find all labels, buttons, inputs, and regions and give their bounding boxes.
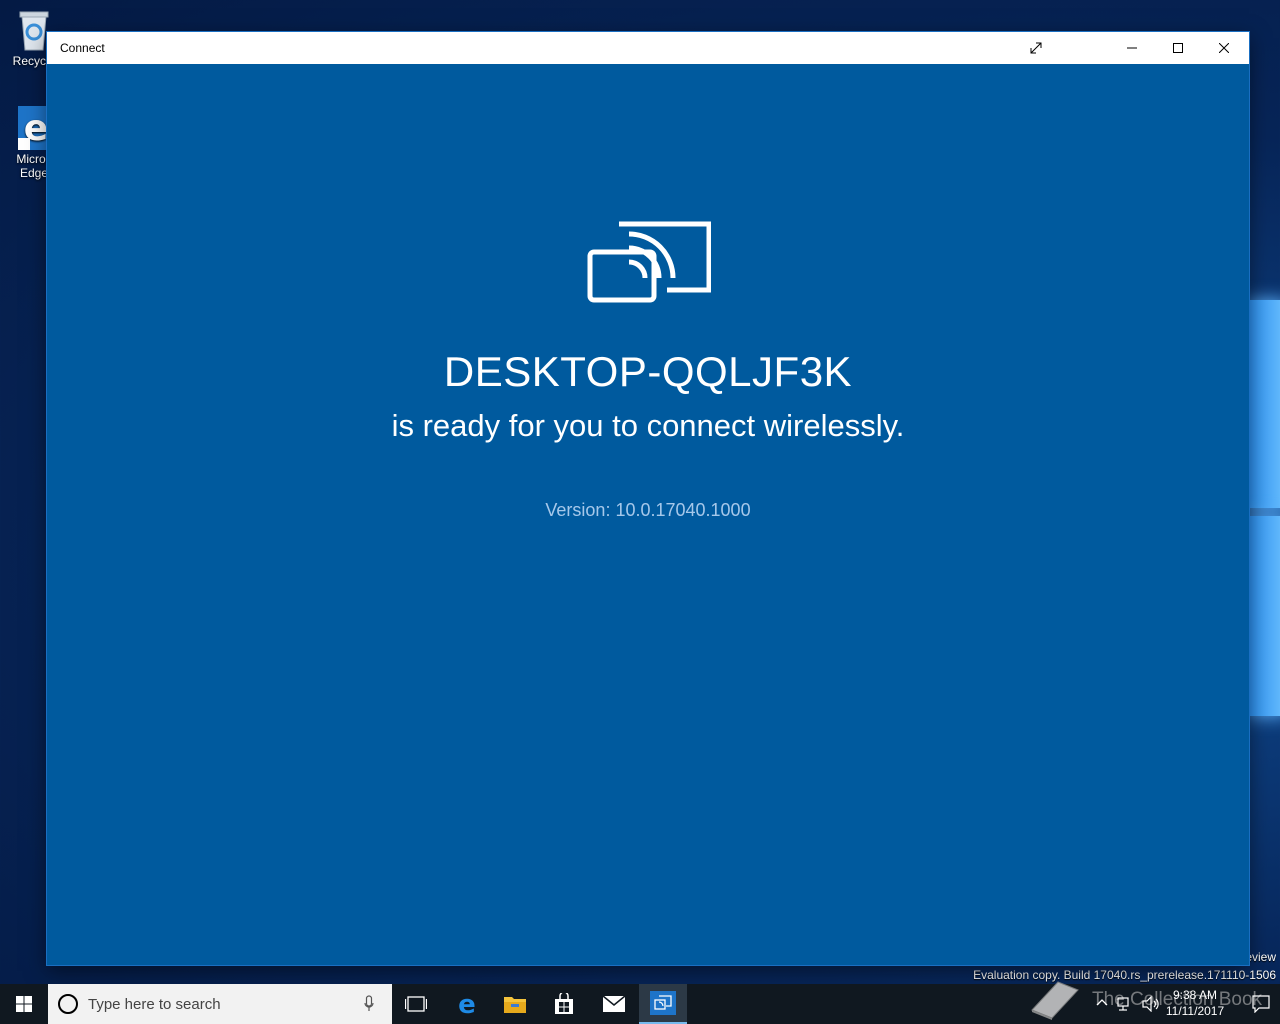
full-screen-button[interactable] (1013, 32, 1059, 64)
task-view-icon (405, 996, 427, 1012)
clock[interactable]: 9:38 AM 11/11/2017 (1160, 987, 1230, 1019)
volume-icon[interactable] (1142, 996, 1160, 1012)
network-icon[interactable] (1116, 996, 1134, 1012)
taskbar-mail[interactable] (590, 984, 638, 1024)
version-text: Version: 10.0.17040.1000 (545, 500, 751, 520)
wallpaper-windows-logo (1248, 300, 1280, 720)
expand-icon (1030, 42, 1042, 54)
project-to-pc-icon (587, 221, 711, 303)
taskbar: Type here to search e The Collection Boo… (0, 981, 1280, 1024)
close-button[interactable] (1201, 32, 1247, 64)
clock-date: 11/11/2017 (1165, 1004, 1225, 1018)
maximize-icon (1173, 43, 1183, 53)
clock-time: 9:38 AM (1172, 988, 1218, 1002)
minimize-button[interactable] (1109, 32, 1155, 64)
cortana-icon (58, 994, 78, 1014)
mail-icon (602, 995, 626, 1012)
watermark-build: Evaluation copy. Build 17040.rs_prerelea… (973, 968, 1276, 982)
task-view-button[interactable] (392, 984, 440, 1024)
close-icon (1219, 43, 1229, 53)
microphone-icon[interactable] (364, 995, 374, 1013)
taskbar-edge[interactable]: e (443, 984, 491, 1024)
watermark-preview: eview (1245, 950, 1276, 964)
window-title: Connect (60, 41, 105, 55)
connect-app-icon (650, 991, 676, 1015)
search-box[interactable]: Type here to search (48, 984, 392, 1024)
title-bar[interactable]: Connect (47, 32, 1249, 64)
start-button[interactable] (0, 984, 48, 1024)
edge-icon: e (458, 992, 476, 1016)
taskbar-connect[interactable] (639, 984, 687, 1024)
ready-message: is ready for you to connect wirelessly. (391, 408, 905, 443)
taskbar-file-explorer[interactable] (491, 984, 539, 1024)
system-tray: The Collection Book 9:38 AM 11/11/2017 (1020, 981, 1280, 1024)
folder-icon (504, 997, 526, 1013)
search-placeholder: Type here to search (88, 996, 221, 1013)
taskbar-store[interactable] (540, 984, 588, 1024)
action-center-icon[interactable] (1252, 995, 1270, 1013)
svg-text:e: e (458, 992, 476, 1016)
store-icon (555, 993, 573, 1014)
book-watermark-icon (1031, 981, 1079, 1020)
windows-start-icon (16, 996, 32, 1012)
device-name: DESKTOP-QQLJF3K (443, 348, 853, 395)
show-hidden-icons-chevron-icon[interactable] (1096, 998, 1108, 1006)
connect-content: DESKTOP-QQLJF3K is ready for you to conn… (47, 64, 1249, 965)
connect-window: Connect DESKTOP-QQLJF3K is ready for you… (47, 32, 1249, 965)
maximize-button[interactable] (1155, 32, 1201, 64)
minimize-icon (1127, 47, 1137, 49)
